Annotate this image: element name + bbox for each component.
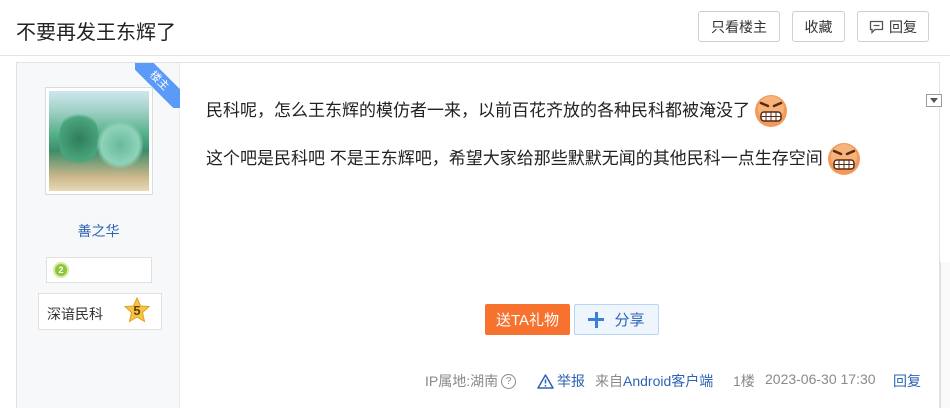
share-button-label: 分享 <box>614 312 645 329</box>
post-source: 来自Android客户端 <box>595 371 713 391</box>
post-time: 2023-06-30 17:30 <box>765 371 876 387</box>
level-box: 2 <box>46 257 152 283</box>
avatar[interactable] <box>45 87 153 195</box>
speech-bubble-icon <box>869 20 884 34</box>
badge-level: 5 <box>133 303 141 318</box>
post-line-text: 这个吧是民科吧 不是王东辉吧，希望大家给那些默默无闻的其他民科一点生存空间 <box>206 149 823 168</box>
thread-title: 不要再发王东辉了 <box>16 22 176 44</box>
post: 楼主 善之华 2 深谙民科 5 民科呢，怎么王东辉的模仿者一来，以前百花齐放的各… <box>16 62 942 408</box>
post-line: 民科呢，怎么王东辉的模仿者一来，以前百花齐放的各种民科都被淹没了 <box>206 87 906 135</box>
ip-location-text: IP属地:湖南 <box>425 373 499 389</box>
report-link[interactable]: 举报 <box>537 371 585 391</box>
favorite-button[interactable]: 收藏 <box>792 11 845 42</box>
avatar-image <box>49 91 149 191</box>
share-button[interactable]: 分享 <box>574 304 659 335</box>
title-badge[interactable]: 深谙民科 5 <box>38 293 162 330</box>
floor-number: 1楼 <box>733 373 755 389</box>
only-op-button[interactable]: 只看楼主 <box>698 11 780 42</box>
post-line: 这个吧是民科吧 不是王东辉吧，希望大家给那些默默无闻的其他民科一点生存空间 <box>206 135 906 183</box>
source-prefix: 来自 <box>595 373 623 389</box>
reply-button[interactable]: 回复 <box>857 11 929 42</box>
angry-grin-face-icon <box>827 143 860 175</box>
angry-grin-face-icon <box>755 95 787 127</box>
warning-triangle-icon <box>537 373 554 389</box>
plus-icon <box>588 311 605 328</box>
post-line-text: 民科呢，怎么王东辉的模仿者一来，以前百花齐放的各种民科都被淹没了 <box>206 101 750 120</box>
ip-location: IP属地:湖南 ? <box>425 371 517 391</box>
post-menu-dropdown[interactable] <box>926 94 942 107</box>
level-icon[interactable]: 2 <box>53 262 69 278</box>
thread-header: 不要再发王东辉了 只看楼主 收藏 回复 <box>0 0 950 56</box>
client-link[interactable]: Android客户端 <box>623 373 713 389</box>
post-reply-link[interactable]: 回复 <box>893 371 921 391</box>
badge-star-icon: 5 <box>123 296 151 325</box>
post-content: 民科呢，怎么王东辉的模仿者一来，以前百花齐放的各种民科都被淹没了 这个吧是民科吧… <box>206 87 906 183</box>
reply-button-label: 回复 <box>889 18 917 35</box>
scrollbar[interactable] <box>940 262 950 408</box>
author-column: 楼主 善之华 2 深谙民科 5 <box>17 63 180 408</box>
badge-label: 深谙民科 <box>47 306 103 322</box>
question-circle-icon[interactable]: ? <box>501 373 517 389</box>
report-label: 举报 <box>557 373 585 389</box>
send-gift-button[interactable]: 送TA礼物 <box>485 304 570 335</box>
username-link[interactable]: 善之华 <box>17 221 180 241</box>
